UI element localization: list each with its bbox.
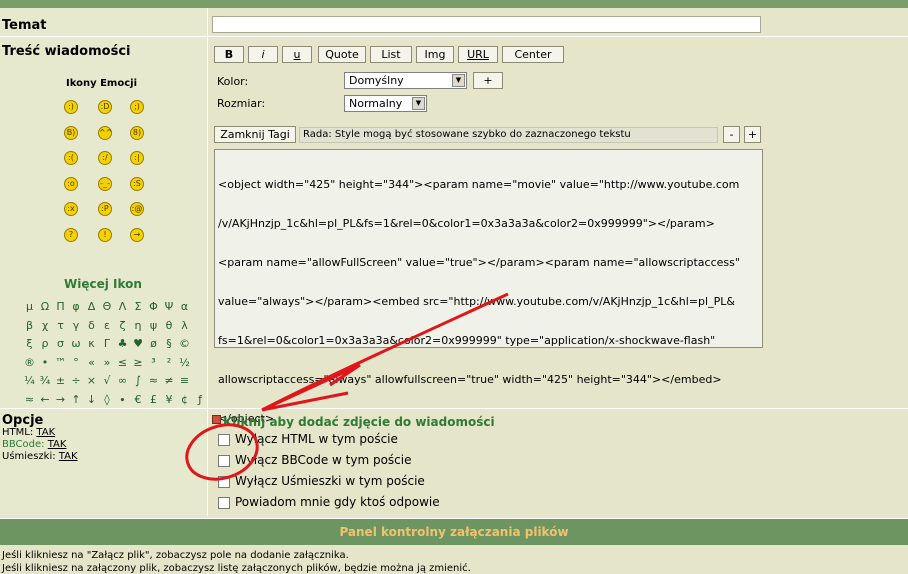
attachments-help-line: Jeśli klikniesz na załączony plik, zobac… bbox=[2, 563, 471, 574]
attachments-panel-title: Panel kontrolny załączania plików bbox=[339, 525, 569, 539]
attachments-help-line: Jeśli klikniesz na "Załącz plik", zobacz… bbox=[2, 550, 349, 561]
annotation-arrow-icon bbox=[185, 292, 509, 481]
